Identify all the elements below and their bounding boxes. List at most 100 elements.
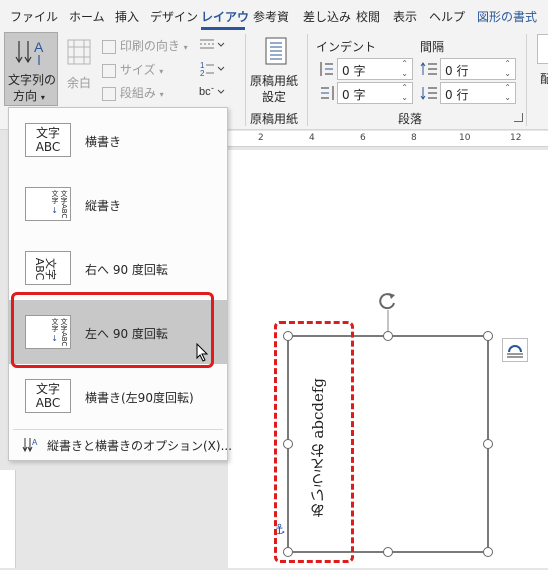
print-direction-button[interactable]: 印刷の向き ▾ (102, 37, 188, 54)
spinner-arrows-icon[interactable]: ⌃ ⌄ (401, 83, 408, 103)
columns-button[interactable]: 段組み ▾ (102, 84, 164, 101)
menu-divider (13, 429, 223, 430)
text-direction-dropdown: 文字 ABC 横書き 文字ABC 文字 ↓ 縦書き 文字 ABC 右へ 90 度回転… (8, 107, 232, 461)
svg-text:A: A (34, 39, 44, 55)
menu-item-highlight-box (11, 292, 214, 368)
chevron-down-icon: ▾ (40, 93, 45, 102)
indent-right-spinner[interactable]: 0 字 ⌃ ⌄ (337, 82, 413, 104)
menu-item-rotate-right[interactable]: 文字 ABC 右へ 90 度回転 (9, 236, 227, 300)
resize-handle[interactable] (383, 547, 393, 557)
svg-text:A: A (32, 438, 38, 447)
indent-header: インデント (316, 40, 377, 54)
menu-item-horizontal-rotated[interactable]: 文字 ABC 横書き(左90度回転) (9, 364, 227, 428)
mouse-cursor-icon (196, 343, 209, 362)
text-direction-button[interactable]: A 文字列の 方向 ▾ (4, 32, 58, 106)
tab-file[interactable]: ファイル (10, 8, 58, 25)
margins-button[interactable]: 余白 (62, 34, 96, 104)
tab-shape-format[interactable]: 図形の書式 (477, 8, 537, 25)
indent-right-value: 0 字 (342, 88, 366, 102)
text-direction-label-1: 文字列の (8, 73, 57, 87)
layout-options-button[interactable] (502, 338, 528, 362)
paragraph-dialog-launcher-icon[interactable] (514, 113, 523, 122)
horizontal-thumbnail-icon: 文字 ABC (25, 123, 71, 157)
ruler-tick: 6 (360, 133, 366, 143)
tab-home[interactable]: ホーム (69, 8, 105, 25)
spinner-arrows-icon[interactable]: ⌃ ⌄ (401, 59, 408, 79)
margins-label: 余白 (67, 76, 92, 90)
manuscript-group-label: 原稿用紙 (250, 112, 299, 126)
resize-handle[interactable] (483, 439, 493, 449)
indent-right-icon (321, 86, 334, 100)
tab-mailings[interactable]: 差し込み (303, 8, 351, 25)
spinner-arrows-icon[interactable]: ⌃ ⌄ (504, 83, 511, 103)
text-direction-options-label: 縦書きと横書きのオプション(X)... (47, 439, 233, 453)
horizontal-ruler[interactable]: 2 4 6 8 10 12 (228, 131, 548, 147)
resize-handle[interactable] (483, 331, 493, 341)
manuscript-icon (265, 37, 287, 65)
chevron-down-icon: ▾ (183, 43, 188, 52)
menu-item-horizontal[interactable]: 文字 ABC 横書き (9, 108, 227, 172)
tab-references[interactable]: 参考資 (253, 8, 289, 25)
menu-item-label: 右へ 90 度回転 (85, 263, 168, 277)
tab-design[interactable]: デザイン (150, 8, 198, 25)
tab-layout[interactable]: レイアウ (201, 8, 249, 25)
line-numbers-button[interactable]: 12 (198, 59, 228, 78)
space-after-icon (420, 87, 437, 100)
spacing-header: 間隔 (420, 40, 445, 54)
arrange-label-partial: 配 (540, 72, 548, 86)
paragraph-group-label: 段落 (398, 112, 423, 126)
size-button[interactable]: サイズ ▾ (102, 61, 163, 78)
space-before-icon (420, 62, 437, 75)
arrange-button-partial[interactable] (537, 34, 548, 64)
vertical-ruler[interactable] (0, 470, 16, 568)
manuscript-label-2: 設定 (262, 90, 287, 104)
group-separator (245, 34, 246, 126)
text-direction-label-2: 方向 (13, 89, 38, 103)
svg-text:2: 2 (200, 69, 205, 77)
ruler-tick: 12 (510, 133, 522, 143)
resize-handle[interactable] (483, 547, 493, 557)
ruler-tick: 2 (258, 133, 264, 143)
resize-handle[interactable] (383, 331, 393, 341)
menu-item-vertical[interactable]: 文字ABC 文字 ↓ 縦書き (9, 172, 227, 236)
svg-text:-: - (211, 83, 214, 93)
text-direction-icon: A (15, 39, 44, 65)
manuscript-label-1: 原稿用紙 (250, 74, 299, 88)
layout-options-icon (507, 345, 523, 358)
space-before-spinner[interactable]: 0 行 ⌃ ⌄ (440, 58, 516, 80)
space-after-value: 0 行 (445, 88, 469, 102)
ruler-tick: 8 (411, 133, 417, 143)
indent-left-spinner[interactable]: 0 字 ⌃ ⌄ (337, 58, 413, 80)
columns-label: 段組み (119, 86, 156, 100)
menu-item-label: 縦書き (85, 199, 122, 213)
line-numbers-icon: 12 (200, 61, 225, 78)
text-direction-options-item[interactable]: A 縦書きと横書きのオプション(X)... (9, 432, 232, 458)
ribbon-tab-bar: ファイル ホーム 挿入 デザイン レイアウ 参考資 差し込み 校閲 表示 ヘルプ… (0, 0, 548, 30)
space-before-value: 0 行 (445, 64, 469, 78)
tab-insert[interactable]: 挿入 (115, 8, 139, 25)
space-after-spinner[interactable]: 0 行 ⌃ ⌄ (440, 82, 516, 104)
hyphenation-icon: bc - (199, 83, 225, 98)
menu-item-label: 横書き(左90度回転) (85, 391, 194, 405)
tab-help[interactable]: ヘルプ (429, 8, 465, 25)
size-label: サイズ (119, 63, 156, 77)
hyphenation-button[interactable]: bc - (198, 82, 228, 100)
chevron-down-icon: ▾ (159, 90, 164, 99)
tab-view[interactable]: 表示 (393, 8, 417, 25)
columns-icon (102, 86, 116, 101)
print-direction-label: 印刷の向き (119, 39, 180, 53)
rotate-handle-icon[interactable] (376, 290, 398, 312)
ruler-tick: 4 (309, 133, 315, 143)
svg-text:bc: bc (199, 86, 211, 98)
tab-review[interactable]: 校閲 (356, 8, 380, 25)
indent-left-value: 0 字 (342, 64, 366, 78)
spinner-arrows-icon[interactable]: ⌃ ⌄ (504, 59, 511, 79)
print-direction-icon (102, 39, 116, 54)
breaks-icon (200, 39, 225, 49)
breaks-button[interactable] (198, 35, 228, 53)
indent-left-icon (320, 62, 333, 76)
manuscript-settings-button[interactable]: 原稿用紙 設定 (248, 34, 304, 106)
text-direction-options-icon: A (22, 438, 38, 453)
size-icon (102, 63, 116, 78)
horizontal-rotated-thumbnail-icon: 文字 ABC (25, 379, 71, 413)
